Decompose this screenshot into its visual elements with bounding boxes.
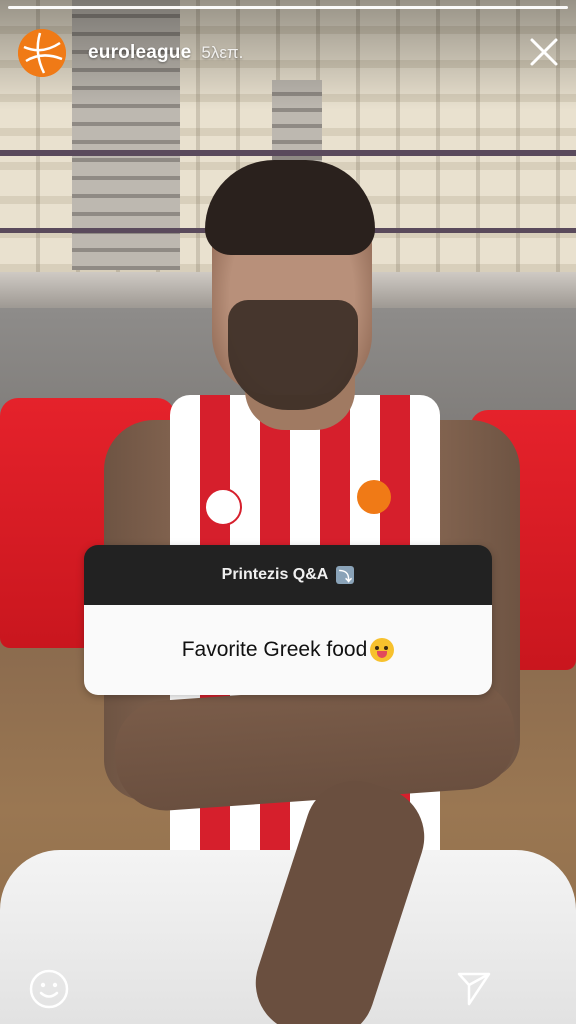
close-icon[interactable] [526, 34, 562, 70]
question-text: Favorite Greek food [181, 638, 368, 661]
send-paper-plane-icon[interactable] [455, 968, 493, 1006]
story-viewer[interactable]: euroleague 5λεπ. Printezis Q&A ⤵ Favorit… [0, 0, 576, 1024]
team-crest [204, 488, 242, 526]
account-username[interactable]: euroleague [88, 42, 191, 64]
euroleague-logo-icon[interactable] [18, 29, 66, 77]
basketball-icon [357, 480, 391, 514]
euroleague-patch [352, 480, 396, 540]
arrow-down-icon: ⤵ [336, 566, 355, 584]
yum-face-emoji-icon [370, 638, 395, 662]
question-sticker-header: Printezis Q&A ⤵ [84, 545, 492, 605]
story-timestamp: 5λεπ. [201, 43, 244, 62]
story-header[interactable]: euroleague 5λεπ. [18, 28, 243, 78]
question-sticker-title: Printezis Q&A [221, 566, 329, 583]
story-progress-bar [8, 6, 568, 9]
smiley-face-icon[interactable] [28, 968, 70, 1010]
question-sticker[interactable]: Printezis Q&A ⤵ Favorite Greek food [84, 545, 492, 695]
question-sticker-body: Favorite Greek food [84, 605, 492, 695]
player-beard [228, 300, 358, 410]
arena-railing [0, 150, 576, 156]
